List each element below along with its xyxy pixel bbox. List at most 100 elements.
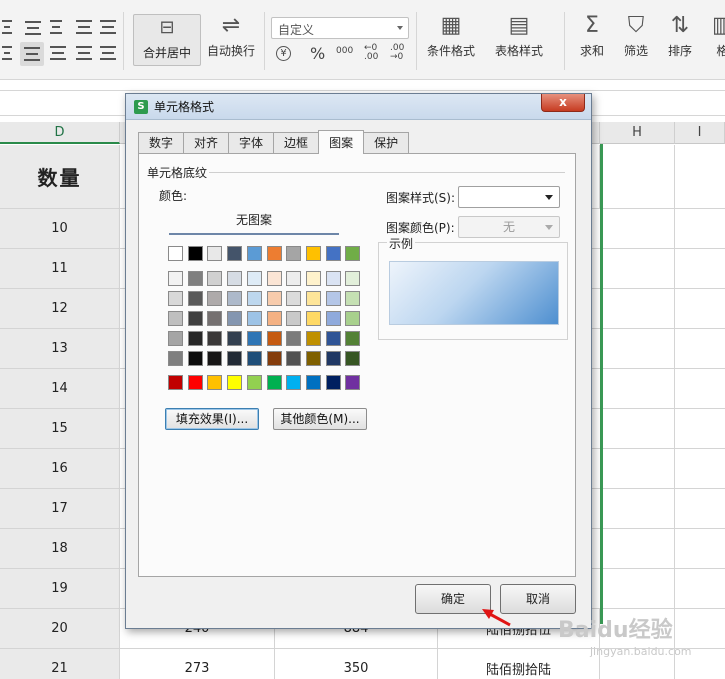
- table-cell[interactable]: [600, 209, 675, 248]
- quantity-cell[interactable]: 18: [0, 529, 120, 568]
- color-swatch[interactable]: [168, 271, 183, 286]
- color-swatch[interactable]: [168, 291, 183, 306]
- color-swatch[interactable]: [325, 375, 341, 390]
- merge-center-button[interactable]: ⊟ 合并居中: [133, 14, 201, 66]
- thousands-separator-button[interactable]: 000: [336, 46, 353, 56]
- table-cell[interactable]: 273: [120, 649, 275, 679]
- color-swatch[interactable]: [266, 291, 282, 306]
- color-swatch[interactable]: [246, 271, 262, 286]
- auto-wrap-button[interactable]: ⇌ 自动换行: [207, 14, 255, 59]
- color-swatch[interactable]: [187, 351, 203, 366]
- color-swatch[interactable]: [325, 271, 341, 286]
- close-button[interactable]: x: [541, 94, 585, 112]
- no-pattern-option[interactable]: 无图案: [169, 211, 339, 228]
- color-swatch[interactable]: [246, 291, 262, 306]
- color-swatch[interactable]: [286, 291, 302, 306]
- color-swatch[interactable]: [207, 331, 223, 346]
- color-swatch[interactable]: [207, 375, 223, 390]
- color-swatch[interactable]: [286, 311, 302, 326]
- color-swatch[interactable]: [227, 351, 243, 366]
- quantity-cell[interactable]: 19: [0, 569, 120, 608]
- color-swatch[interactable]: [246, 246, 262, 261]
- quantity-cell[interactable]: 16: [0, 449, 120, 488]
- color-swatch[interactable]: [345, 351, 361, 366]
- tab-font[interactable]: 字体: [228, 132, 275, 154]
- table-cell[interactable]: [600, 409, 675, 448]
- color-swatch[interactable]: [168, 311, 183, 326]
- color-swatch[interactable]: [325, 291, 341, 306]
- quantity-cell[interactable]: 14: [0, 369, 120, 408]
- color-swatch[interactable]: [227, 331, 243, 346]
- percent-button[interactable]: %: [310, 44, 325, 63]
- color-swatch[interactable]: [286, 375, 302, 390]
- color-swatch[interactable]: [286, 331, 302, 346]
- color-swatch[interactable]: [266, 331, 282, 346]
- pattern-color-select[interactable]: 无: [458, 216, 560, 238]
- tab-number[interactable]: 数字: [138, 132, 185, 154]
- color-swatch[interactable]: [207, 311, 223, 326]
- sum-button[interactable]: Σ 求和: [580, 14, 604, 59]
- table-cell[interactable]: [600, 569, 675, 608]
- align-middle-icon[interactable]: [22, 18, 44, 38]
- color-swatch[interactable]: [305, 351, 321, 366]
- color-swatch[interactable]: [168, 375, 183, 390]
- quantity-cell[interactable]: 11: [0, 249, 120, 288]
- quantity-cell[interactable]: 20: [0, 609, 120, 648]
- filter-button[interactable]: ⛉ 筛选: [624, 14, 648, 59]
- conditional-format-button[interactable]: ▦ 条件格式: [427, 14, 475, 59]
- color-swatch[interactable]: [246, 375, 262, 390]
- column-header-i[interactable]: I: [675, 122, 725, 144]
- table-cell[interactable]: [600, 145, 675, 208]
- table-cell[interactable]: [600, 489, 675, 528]
- color-swatch[interactable]: [227, 311, 243, 326]
- color-swatch[interactable]: [246, 351, 262, 366]
- currency-button[interactable]: ¥: [276, 46, 291, 61]
- quantity-cell[interactable]: 15: [0, 409, 120, 448]
- color-swatch[interactable]: [345, 311, 361, 326]
- color-swatch[interactable]: [286, 246, 302, 261]
- tab-pattern[interactable]: 图案: [318, 130, 365, 154]
- pattern-style-select[interactable]: [458, 186, 560, 208]
- color-swatch[interactable]: [227, 246, 243, 261]
- distributed-align-icon[interactable]: [100, 46, 116, 60]
- tab-alignment[interactable]: 对齐: [183, 132, 230, 154]
- color-swatch[interactable]: [325, 246, 341, 261]
- color-swatch[interactable]: [305, 375, 321, 390]
- decrease-decimal-button[interactable]: .00 →0: [390, 44, 404, 62]
- color-swatch[interactable]: [305, 291, 321, 306]
- align-top-icon[interactable]: [2, 20, 12, 34]
- increase-decimal-button[interactable]: ←0.00: [364, 44, 378, 62]
- color-swatch[interactable]: [187, 331, 203, 346]
- color-swatch[interactable]: [266, 246, 282, 261]
- color-swatch[interactable]: [207, 351, 223, 366]
- color-swatch[interactable]: [187, 271, 203, 286]
- color-swatch[interactable]: [286, 271, 302, 286]
- color-swatch[interactable]: [345, 291, 361, 306]
- dialog-titlebar[interactable]: S 单元格格式: [126, 94, 591, 120]
- color-swatch[interactable]: [227, 271, 243, 286]
- table-cell[interactable]: [600, 529, 675, 568]
- quantity-cell[interactable]: 12: [0, 289, 120, 328]
- tab-border[interactable]: 边框: [273, 132, 320, 154]
- table-cell[interactable]: [600, 289, 675, 328]
- color-swatch[interactable]: [345, 375, 361, 390]
- color-swatch[interactable]: [325, 351, 341, 366]
- color-swatch[interactable]: [246, 331, 262, 346]
- indent-increase-icon[interactable]: [100, 20, 116, 34]
- justify-icon[interactable]: [76, 46, 92, 60]
- color-swatch[interactable]: [246, 311, 262, 326]
- quantity-cell[interactable]: 10: [0, 209, 120, 248]
- align-left-icon[interactable]: [2, 46, 12, 60]
- color-swatch[interactable]: [325, 311, 341, 326]
- fill-effects-button[interactable]: 填充效果(I)...: [165, 408, 259, 430]
- color-swatch[interactable]: [227, 291, 243, 306]
- color-swatch[interactable]: [207, 271, 223, 286]
- tab-protection[interactable]: 保护: [363, 132, 410, 154]
- color-swatch[interactable]: [305, 311, 321, 326]
- column-header-d[interactable]: D: [0, 122, 120, 144]
- sort-button[interactable]: ⇅ 排序: [668, 14, 692, 59]
- table-cell[interactable]: [600, 249, 675, 288]
- align-center-icon[interactable]: [20, 42, 44, 66]
- color-swatch[interactable]: [187, 375, 203, 390]
- color-swatch[interactable]: [227, 375, 243, 390]
